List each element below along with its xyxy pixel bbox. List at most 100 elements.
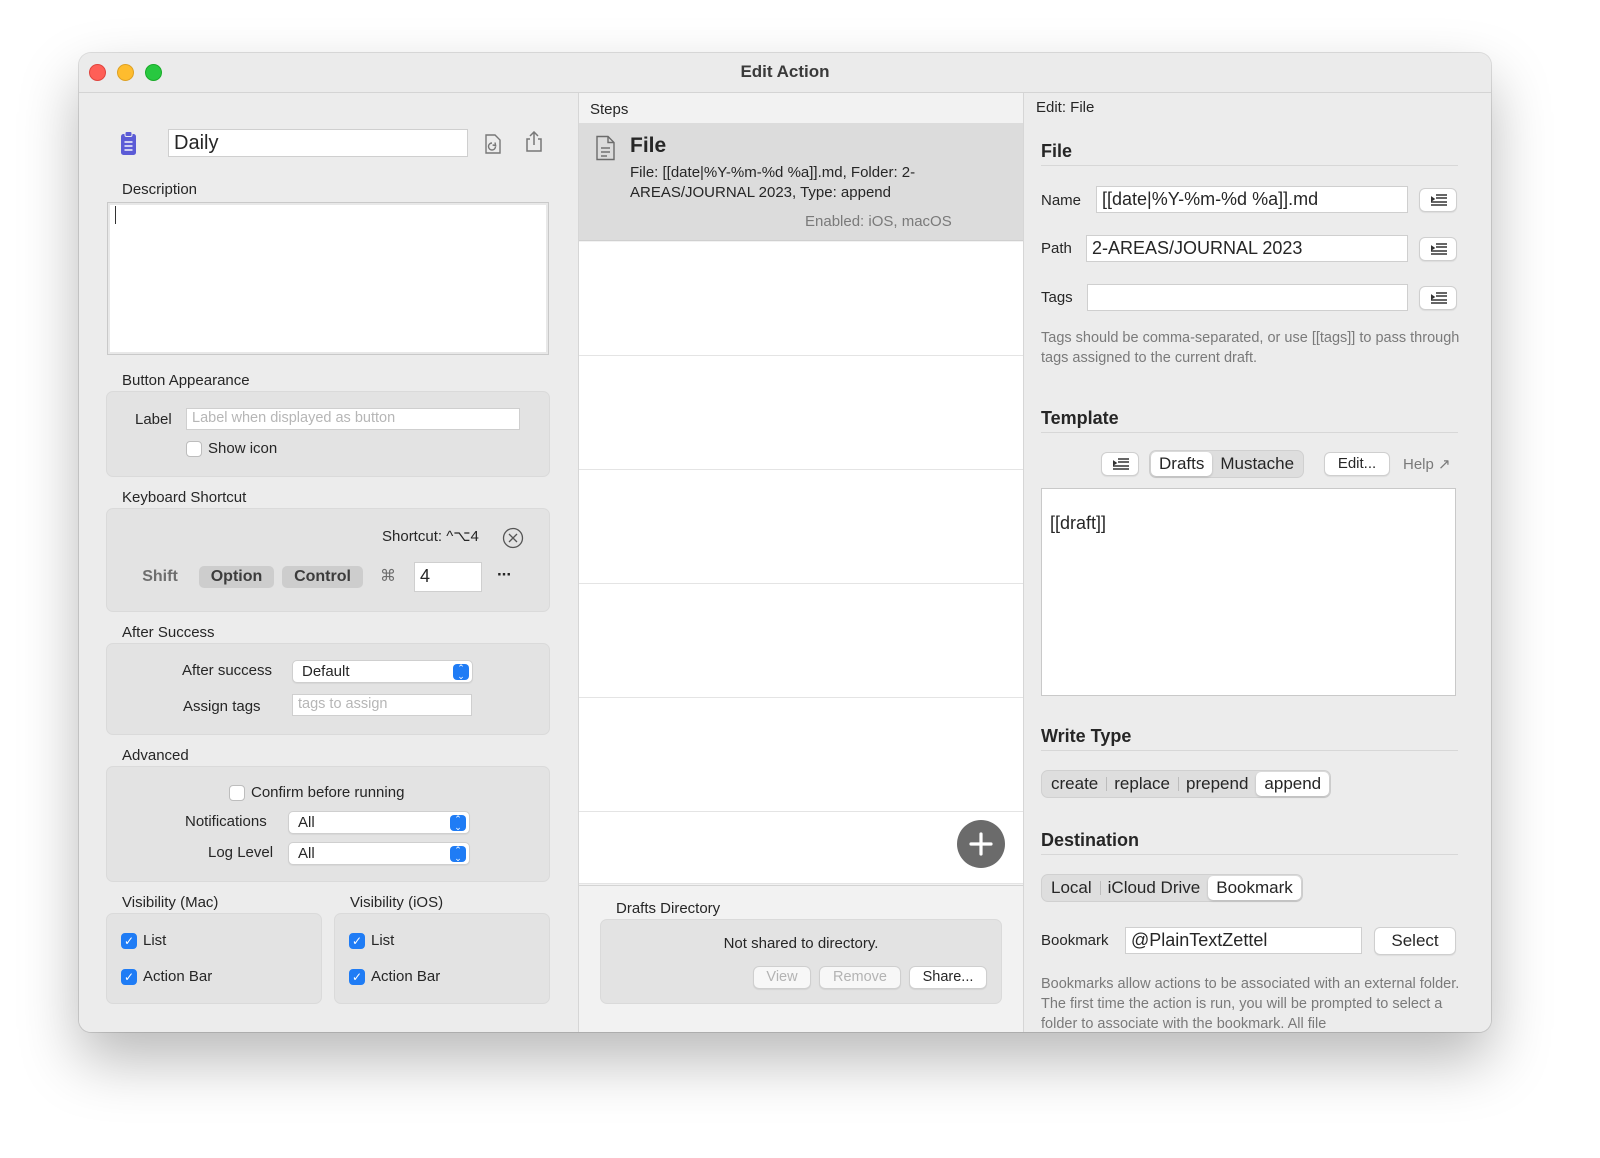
- visibility-mac-title: Visibility (Mac): [122, 894, 219, 911]
- file-name-input[interactable]: [[date|%Y-%m-%d %a]].md: [1096, 186, 1408, 213]
- log-level-label: Log Level: [208, 844, 274, 861]
- divider: [1041, 432, 1458, 433]
- notifications-value: All: [298, 814, 315, 831]
- visibility-ios-title: Visibility (iOS): [350, 894, 444, 911]
- share-icon[interactable]: [525, 130, 543, 157]
- add-step-button[interactable]: [957, 820, 1005, 868]
- destination-segmented: Local iCloud Drive Bookmark: [1041, 874, 1303, 902]
- after-success-popup[interactable]: Default ⌃ ⌄: [292, 660, 473, 683]
- action-name-input[interactable]: Daily: [168, 129, 468, 157]
- plus-icon: [969, 832, 993, 860]
- share-button[interactable]: Share...: [909, 966, 987, 989]
- insert-tag-icon: [1431, 194, 1447, 206]
- keyboard-shortcut-group: [106, 508, 550, 612]
- edit-action-window: Edit Action Daily Description Button App…: [79, 53, 1491, 1032]
- action-settings-pane: Daily Description Button Appearance Labe…: [79, 93, 578, 1032]
- shortcut-display: Shortcut: ^⌥4: [382, 528, 479, 545]
- insert-tag-icon: [1431, 292, 1447, 304]
- empty-step-row: [579, 584, 1023, 698]
- shift-modifier-toggle[interactable]: Shift: [133, 566, 187, 588]
- shortcut-key-input[interactable]: 4: [414, 562, 482, 592]
- remove-button[interactable]: Remove: [819, 966, 901, 989]
- name-insert-tag-button[interactable]: [1419, 188, 1457, 212]
- ios-list-checkbox[interactable]: ✓: [349, 933, 365, 949]
- chevron-up-down-icon: ⌃ ⌄: [450, 846, 466, 863]
- advanced-title: Advanced: [122, 747, 189, 764]
- after-success-label: After success: [182, 662, 273, 679]
- write-type-section-title: Write Type: [1041, 726, 1132, 746]
- divider: [579, 885, 1023, 886]
- steps-pane: Steps File File: [[date|%Y-%m-%d %a]].md…: [578, 93, 1024, 1032]
- ios-action-bar-label: Action Bar: [371, 968, 441, 985]
- step-enabled-platforms: Enabled: iOS, macOS: [805, 213, 952, 230]
- step-description: File: [[date|%Y-%m-%d %a]].md, Folder: 2…: [630, 164, 916, 201]
- step-row-file[interactable]: File File: [[date|%Y-%m-%d %a]].md, Fold…: [579, 123, 1023, 241]
- file-path-input[interactable]: 2-AREAS/JOURNAL 2023: [1086, 235, 1408, 262]
- directory-status: Not shared to directory.: [723, 935, 879, 952]
- log-level-popup[interactable]: All ⌃ ⌄: [288, 842, 470, 865]
- template-edit-button[interactable]: Edit...: [1324, 452, 1390, 476]
- view-button[interactable]: View: [753, 966, 811, 989]
- template-section-title: Template: [1041, 408, 1119, 428]
- template-insert-tag-button[interactable]: [1101, 452, 1139, 476]
- button-appearance-title: Button Appearance: [122, 372, 250, 389]
- chevron-up-down-icon: ⌃ ⌄: [453, 664, 469, 681]
- after-success-value: Default: [302, 663, 350, 680]
- assign-tags-input[interactable]: tags to assign: [292, 694, 472, 716]
- step-title: File: [630, 134, 667, 157]
- steps-header: Steps: [590, 101, 629, 118]
- confirm-before-running-label: Confirm before running: [251, 784, 405, 801]
- write-type-append-option[interactable]: append: [1256, 772, 1330, 796]
- bookmark-select-button[interactable]: Select: [1374, 927, 1456, 955]
- mac-action-bar-checkbox[interactable]: ✓: [121, 969, 137, 985]
- button-label-label: Label: [135, 411, 172, 428]
- insert-tag-icon: [1113, 458, 1129, 470]
- confirm-before-running-checkbox[interactable]: [229, 785, 245, 801]
- control-modifier-toggle[interactable]: Control: [282, 566, 363, 588]
- document-icon: [595, 135, 616, 165]
- write-type-replace-option[interactable]: replace: [1106, 772, 1178, 796]
- tags-insert-tag-button[interactable]: [1419, 286, 1457, 310]
- tags-input[interactable]: [1087, 284, 1408, 311]
- ios-action-bar-checkbox[interactable]: ✓: [349, 969, 365, 985]
- destination-local-option[interactable]: Local: [1043, 876, 1100, 900]
- notifications-popup[interactable]: All ⌃ ⌄: [288, 811, 470, 834]
- bookmark-input[interactable]: @PlainTextZettel: [1125, 927, 1362, 954]
- destination-icloud-option[interactable]: iCloud Drive: [1099, 876, 1209, 900]
- tags-label: Tags: [1041, 289, 1073, 306]
- after-success-title: After Success: [122, 624, 215, 641]
- clear-shortcut-icon[interactable]: [502, 527, 524, 553]
- mac-list-checkbox[interactable]: ✓: [121, 933, 137, 949]
- window-title: Edit Action: [740, 62, 830, 81]
- option-modifier-toggle[interactable]: Option: [199, 566, 274, 588]
- title-bar: Edit Action: [79, 53, 1491, 93]
- description-textarea[interactable]: [107, 202, 549, 355]
- template-editor[interactable]: [[draft]]: [1041, 488, 1456, 696]
- more-options-button[interactable]: ···: [497, 565, 512, 585]
- empty-step-row: [579, 242, 1023, 356]
- divider: [1041, 750, 1458, 751]
- mac-list-label: List: [143, 932, 167, 949]
- notifications-label: Notifications: [185, 813, 267, 830]
- syntax-mustache-option[interactable]: Mustache: [1212, 452, 1302, 476]
- show-icon-checkbox[interactable]: [186, 441, 202, 457]
- destination-bookmark-option[interactable]: Bookmark: [1208, 876, 1301, 900]
- drafts-directory-group: [600, 919, 1002, 1004]
- write-type-create-option[interactable]: create: [1043, 772, 1106, 796]
- syntax-drafts-option[interactable]: Drafts: [1151, 452, 1213, 476]
- destination-section-title: Destination: [1041, 830, 1140, 850]
- bookmark-label: Bookmark: [1041, 932, 1109, 949]
- path-insert-tag-button[interactable]: [1419, 237, 1457, 261]
- divider: [1041, 165, 1458, 166]
- keyboard-shortcut-title: Keyboard Shortcut: [122, 489, 247, 506]
- write-type-prepend-option[interactable]: prepend: [1178, 772, 1256, 796]
- file-section-title: File: [1041, 141, 1073, 161]
- divider: [1041, 854, 1458, 855]
- duplicate-document-icon[interactable]: [484, 133, 502, 159]
- editor-header: Edit: File: [1036, 99, 1095, 116]
- button-label-input[interactable]: Label when displayed as button: [186, 408, 520, 430]
- command-modifier-toggle[interactable]: ⌘: [376, 566, 400, 588]
- empty-step-row: [579, 470, 1023, 584]
- template-help-link[interactable]: Help ↗: [1403, 455, 1451, 473]
- mac-action-bar-label: Action Bar: [143, 968, 213, 985]
